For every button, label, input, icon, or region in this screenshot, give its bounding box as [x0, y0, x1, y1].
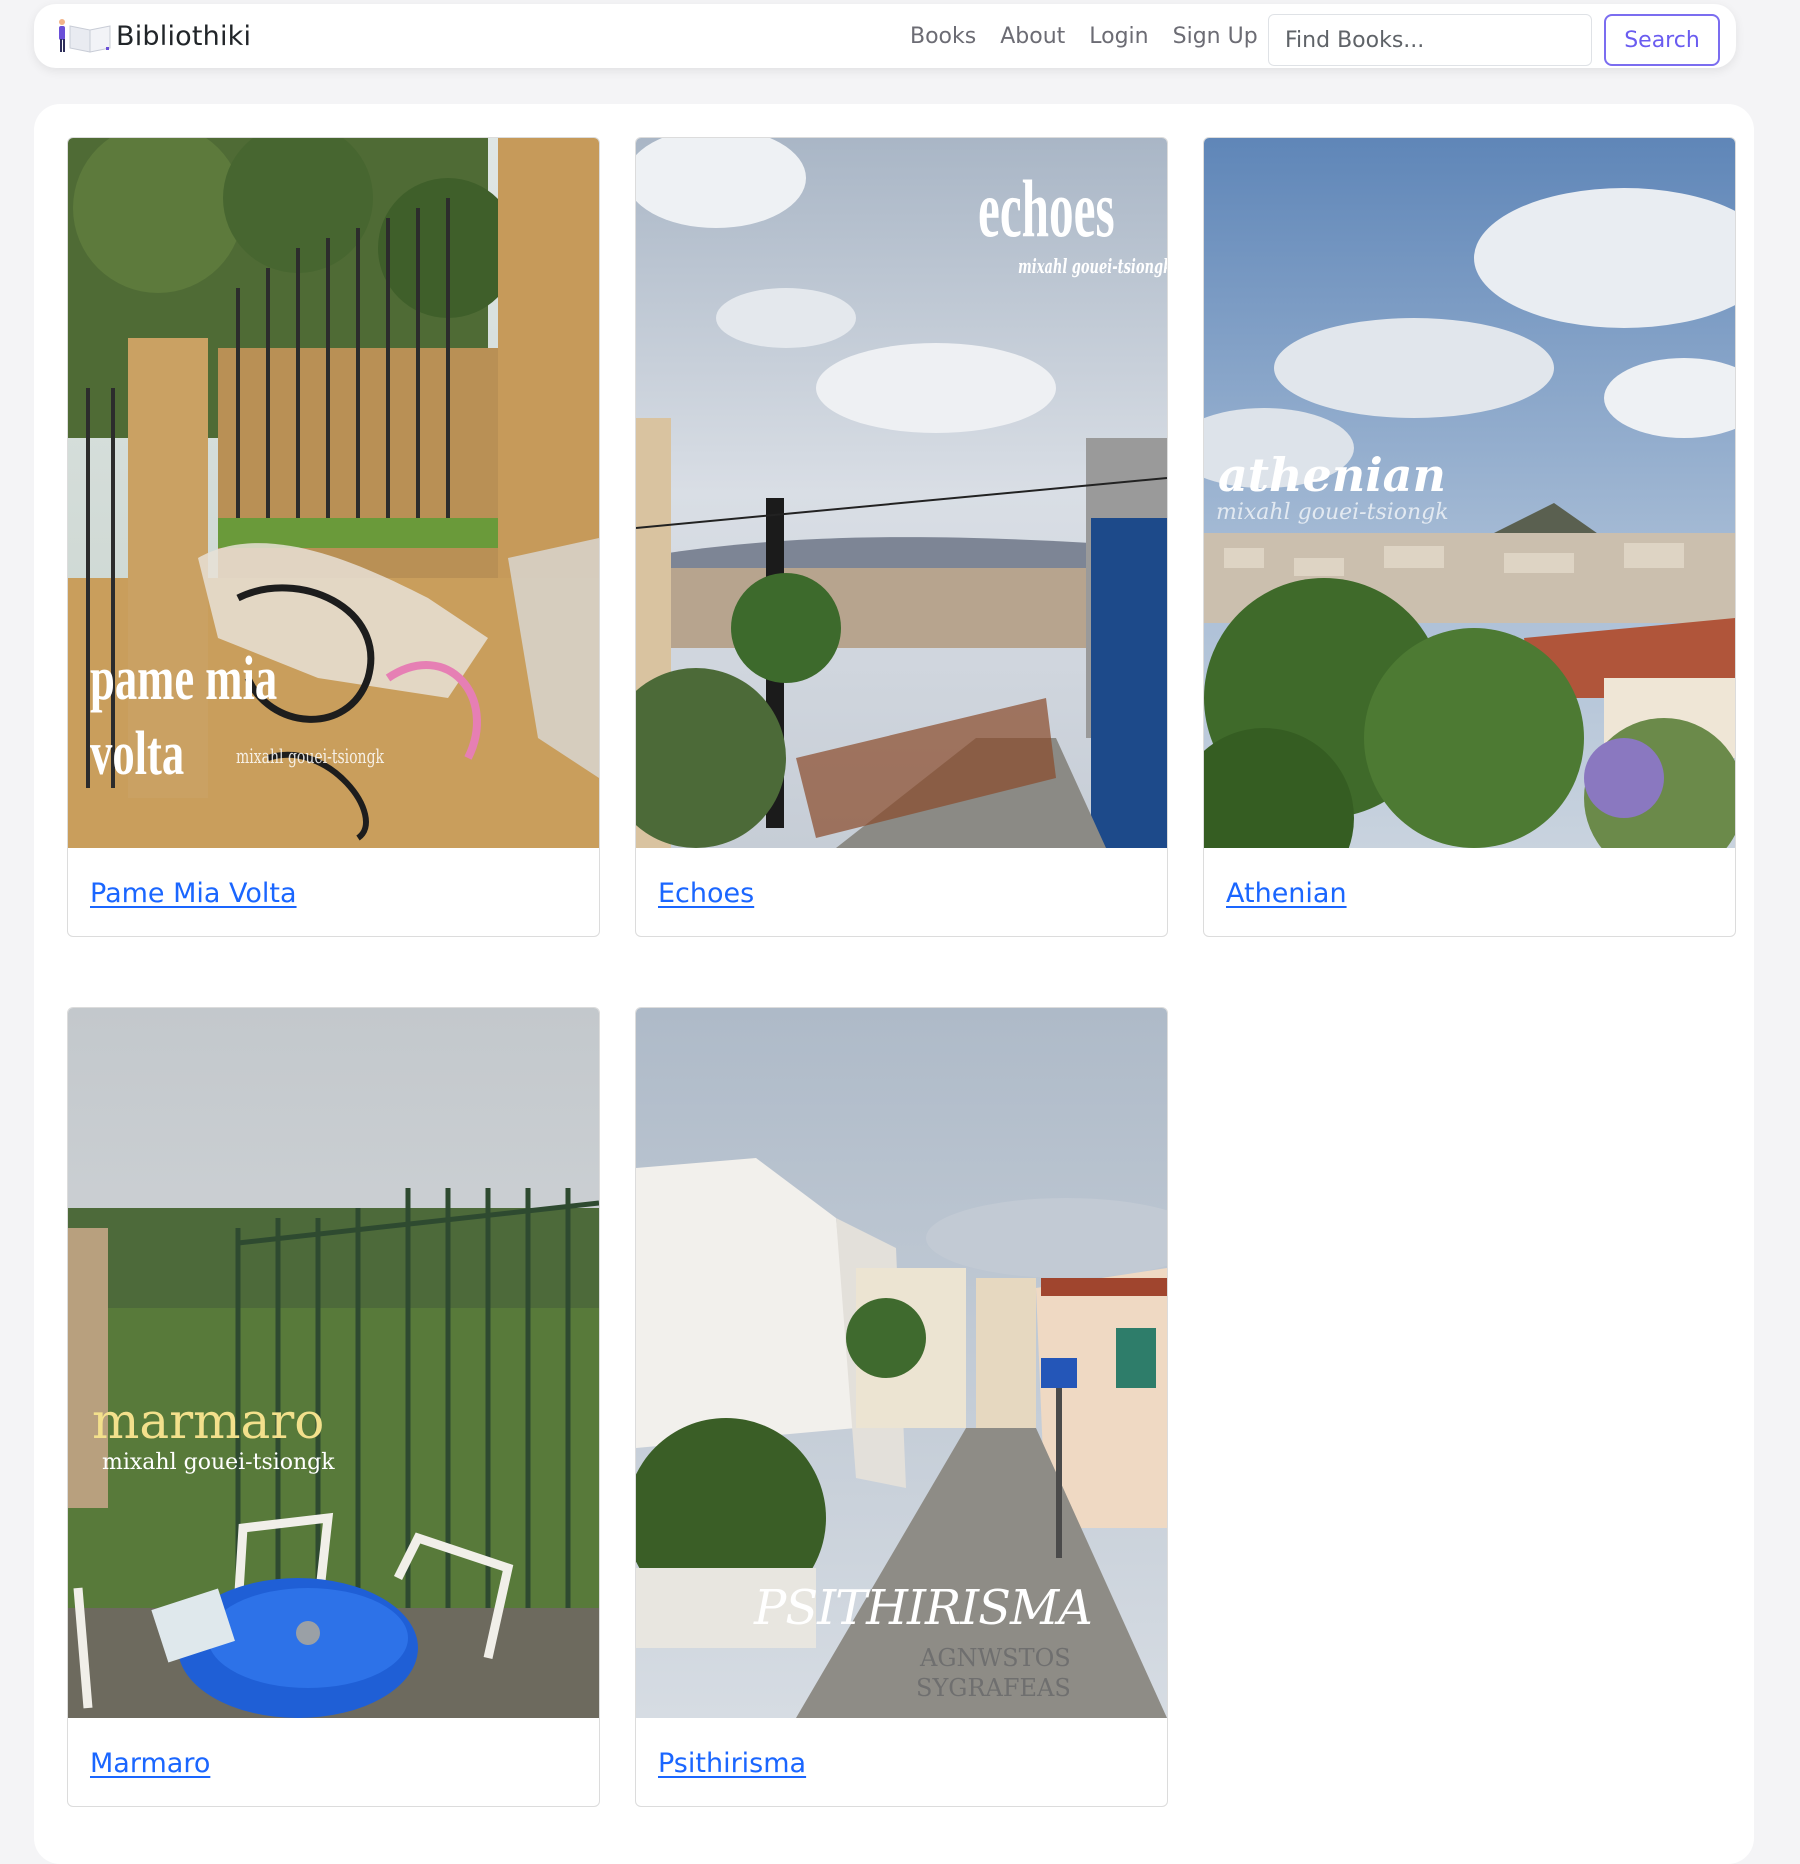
- nav-link-books[interactable]: Books: [910, 24, 976, 49]
- book-title-link[interactable]: Pame Mia Volta: [90, 878, 297, 909]
- book-cover-image[interactable]: PSITHIRISMA AGNWSTOS SYGRAFEAS: [636, 1008, 1167, 1718]
- cover-author: mixahl gouei-tsiongk: [102, 1450, 335, 1475]
- book-card[interactable]: PSITHIRISMA AGNWSTOS SYGRAFEAS Psithiris…: [635, 1007, 1168, 1807]
- cover-title: volta: [90, 720, 185, 788]
- cover-author: AGNWSTOS: [920, 1644, 1071, 1672]
- search-button[interactable]: Search: [1604, 14, 1720, 66]
- nav-link-signup[interactable]: Sign Up: [1173, 24, 1258, 49]
- nav-links: Books About Login Sign Up: [910, 18, 1258, 54]
- book-title-link[interactable]: Athenian: [1226, 878, 1347, 909]
- cover-author: mixahl gouei-tsiongk: [236, 744, 385, 768]
- cover-title: echoes: [978, 163, 1115, 254]
- book-title-link[interactable]: Marmaro: [90, 1748, 210, 1779]
- book-title-link[interactable]: Echoes: [658, 878, 754, 909]
- book-grid: pame mia volta mixahl gouei-tsiongk Pame…: [34, 104, 1754, 1864]
- book-cover-image[interactable]: pame mia volta mixahl gouei-tsiongk: [68, 138, 599, 848]
- cover-author: mixahl gouei-tsiongk: [1018, 254, 1167, 278]
- cover-title: pame mia: [90, 645, 278, 713]
- cover-title: athenian: [1218, 448, 1446, 502]
- nav-link-about[interactable]: About: [1000, 24, 1065, 49]
- book-title-link[interactable]: Psithirisma: [658, 1748, 806, 1779]
- cover-title: PSITHIRISMA: [754, 1580, 1093, 1636]
- navbar: Bibliothiki Books About Login Sign Up Se…: [34, 4, 1736, 68]
- cover-title: marmaro: [92, 1392, 325, 1450]
- brand[interactable]: Bibliothiki: [54, 18, 251, 54]
- brand-name: Bibliothiki: [116, 20, 252, 52]
- nav-link-login[interactable]: Login: [1089, 24, 1148, 49]
- book-cover-image[interactable]: athenian mixahl gouei-tsiongk: [1204, 138, 1735, 848]
- book-cover-image[interactable]: echoes mixahl gouei-tsiongk: [636, 138, 1167, 848]
- book-reader-logo-icon: [54, 18, 112, 54]
- search-input[interactable]: [1268, 14, 1592, 66]
- cover-author: mixahl gouei-tsiongk: [1216, 500, 1449, 525]
- book-cover-image[interactable]: marmaro mixahl gouei-tsiongk: [68, 1008, 599, 1718]
- book-card[interactable]: athenian mixahl gouei-tsiongk Athenian: [1203, 137, 1736, 937]
- book-card[interactable]: marmaro mixahl gouei-tsiongk Marmaro: [67, 1007, 600, 1807]
- book-card[interactable]: pame mia volta mixahl gouei-tsiongk Pame…: [67, 137, 600, 937]
- book-card[interactable]: echoes mixahl gouei-tsiongk Echoes: [635, 137, 1168, 937]
- cover-author: SYGRAFEAS: [916, 1674, 1071, 1702]
